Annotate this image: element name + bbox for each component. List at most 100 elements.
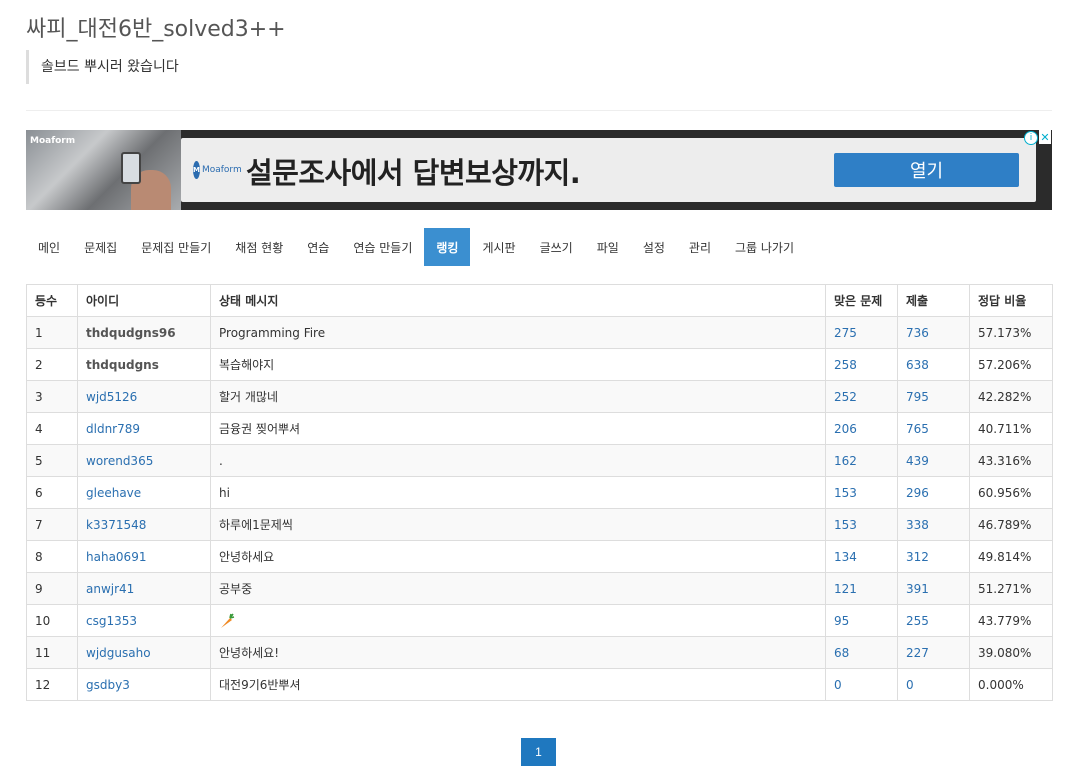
user-id-cell: dldnr789 (77, 412, 211, 445)
rank-cell: 8 (26, 540, 78, 573)
tab-7[interactable]: 게시판 (470, 228, 527, 266)
solved-link[interactable]: 153 (834, 486, 857, 500)
solved-link[interactable]: 275 (834, 326, 857, 340)
carrot-icon (221, 613, 235, 628)
solved-link[interactable]: 162 (834, 454, 857, 468)
solved-link[interactable]: 68 (834, 646, 849, 660)
tab-5[interactable]: 연습 만들기 (341, 228, 424, 266)
rank-cell: 11 (26, 636, 78, 669)
tab-10[interactable]: 설정 (631, 228, 677, 266)
submissions-link[interactable]: 312 (906, 550, 929, 564)
group-description: 솔브드 뿌시러 왔습니다 (26, 50, 179, 84)
tab-1[interactable]: 문제집 (72, 228, 129, 266)
tab-2[interactable]: 문제집 만들기 (129, 228, 223, 266)
user-id-link[interactable]: gsdby3 (86, 678, 130, 692)
table-row: 6 gleehave hi 153 296 60.956% (26, 476, 1053, 509)
submissions-cell: 765 (897, 412, 970, 445)
page-button-current[interactable]: 1 (521, 738, 556, 766)
user-id-link[interactable]: k3371548 (86, 518, 146, 532)
rank-cell: 4 (26, 412, 78, 445)
submissions-link[interactable]: 765 (906, 422, 929, 436)
header-rank: 등수 (26, 284, 78, 317)
tab-11[interactable]: 관리 (677, 228, 723, 266)
submissions-link[interactable]: 391 (906, 582, 929, 596)
submissions-link[interactable]: 795 (906, 390, 929, 404)
rank-cell: 12 (26, 668, 78, 701)
status-message-text: Programming Fire (219, 325, 326, 340)
user-id-cell: haha0691 (77, 540, 211, 573)
tab-12[interactable]: 그룹 나가기 (723, 228, 806, 266)
info-icon[interactable]: i (1024, 131, 1038, 145)
ratio-cell: 57.173% (969, 316, 1053, 349)
submissions-link[interactable]: 338 (906, 518, 929, 532)
submissions-cell: 312 (897, 540, 970, 573)
ranking-table-body: 1 thdqudgns96 Programming Fire 275 736 57.173… (26, 316, 1053, 701)
user-id-link[interactable]: thdqudgns (86, 358, 159, 372)
ad-open-button[interactable]: 열기 (834, 153, 1019, 187)
solved-link[interactable]: 153 (834, 518, 857, 532)
table-row: 7 k3371548 하루에1문제씩 153 338 46.789% (26, 508, 1053, 541)
solved-cell: 134 (825, 540, 898, 573)
tab-0[interactable]: 메인 (26, 228, 72, 266)
user-id-link[interactable]: anwjr41 (86, 582, 134, 596)
submissions-link[interactable]: 439 (906, 454, 929, 468)
tab-3[interactable]: 채점 현황 (223, 228, 295, 266)
rank-cell: 9 (26, 572, 78, 605)
group-nav-tabs: 메인 문제집 문제집 만들기 채점 현황 연습 연습 만들기 랭킹 게시판 글쓰기 파일 설정 관리 그… (26, 228, 806, 266)
status-message-text: 복습해야지 (219, 358, 275, 372)
tab-9[interactable]: 파일 (585, 228, 631, 266)
phone-image (121, 152, 141, 184)
tab-8[interactable]: 글쓰기 (528, 228, 585, 266)
solved-link[interactable]: 95 (834, 614, 849, 628)
solved-link[interactable]: 0 (834, 678, 842, 692)
solved-link[interactable]: 258 (834, 358, 857, 372)
user-id-link[interactable]: dldnr789 (86, 422, 140, 436)
status-message-text: 대전9기6반뿌셔 (219, 678, 301, 692)
solved-link[interactable]: 252 (834, 390, 857, 404)
ad-logo-text: Moaform (201, 165, 242, 175)
submissions-link[interactable]: 255 (906, 614, 929, 628)
user-id-cell: gsdby3 (77, 668, 211, 701)
solved-link[interactable]: 206 (834, 422, 857, 436)
user-id-link[interactable]: worend365 (86, 454, 153, 468)
group-title: 싸피_대전6반_solved3++ (26, 17, 286, 42)
user-id-link[interactable]: wjdgusaho (86, 646, 151, 660)
tab-4[interactable]: 연습 (295, 228, 341, 266)
tab-6[interactable]: 랭킹 (424, 228, 471, 266)
close-icon[interactable]: ✕ (1039, 130, 1051, 144)
header-status: 상태 메시지 (210, 284, 826, 317)
status-message-cell: 안녕하세요 (210, 540, 826, 573)
ad-banner[interactable]: Moaform M Moaform 설문조사에서 답변보상까지. 열기 i ✕ (26, 130, 1052, 210)
header-ratio: 정답 비율 (969, 284, 1053, 317)
submissions-link[interactable]: 0 (906, 678, 914, 692)
user-id-cell: k3371548 (77, 508, 211, 541)
ad-headline: 설문조사에서 답변보상까지. (246, 156, 581, 190)
submissions-cell: 795 (897, 380, 970, 413)
divider (26, 110, 1052, 111)
submissions-link[interactable]: 296 (906, 486, 929, 500)
user-id-cell: worend365 (77, 444, 211, 477)
user-id-link[interactable]: haha0691 (86, 550, 146, 564)
user-id-link[interactable]: thdqudgns96 (86, 326, 176, 340)
user-id-cell: wjd5126 (77, 380, 211, 413)
user-id-link[interactable]: wjd5126 (86, 390, 137, 404)
ranking-table: 등수 아이디 상태 메시지 맞은 문제 제출 정답 비율 1 thdqudgns9… (26, 284, 1053, 701)
table-row: 10 csg1353 95 255 43.779% (26, 604, 1053, 637)
solved-cell: 162 (825, 444, 898, 477)
submissions-link[interactable]: 736 (906, 326, 929, 340)
submissions-link[interactable]: 227 (906, 646, 929, 660)
user-id-link[interactable]: csg1353 (86, 614, 137, 628)
user-id-cell: thdqudgns (77, 348, 211, 381)
status-message-cell: Programming Fire (210, 316, 826, 349)
table-row: 3 wjd5126 할거 개많네 252 795 42.282% (26, 380, 1053, 413)
status-message-cell: 안녕하세요! (210, 636, 826, 669)
solved-link[interactable]: 121 (834, 582, 857, 596)
ratio-cell: 42.282% (969, 380, 1053, 413)
submissions-link[interactable]: 638 (906, 358, 929, 372)
submissions-cell: 736 (897, 316, 970, 349)
user-id-link[interactable]: gleehave (86, 486, 141, 500)
ratio-cell: 39.080% (969, 636, 1053, 669)
solved-link[interactable]: 134 (834, 550, 857, 564)
status-message-text: 안녕하세요! (219, 646, 280, 660)
ad-logo-icon: M (193, 161, 200, 179)
